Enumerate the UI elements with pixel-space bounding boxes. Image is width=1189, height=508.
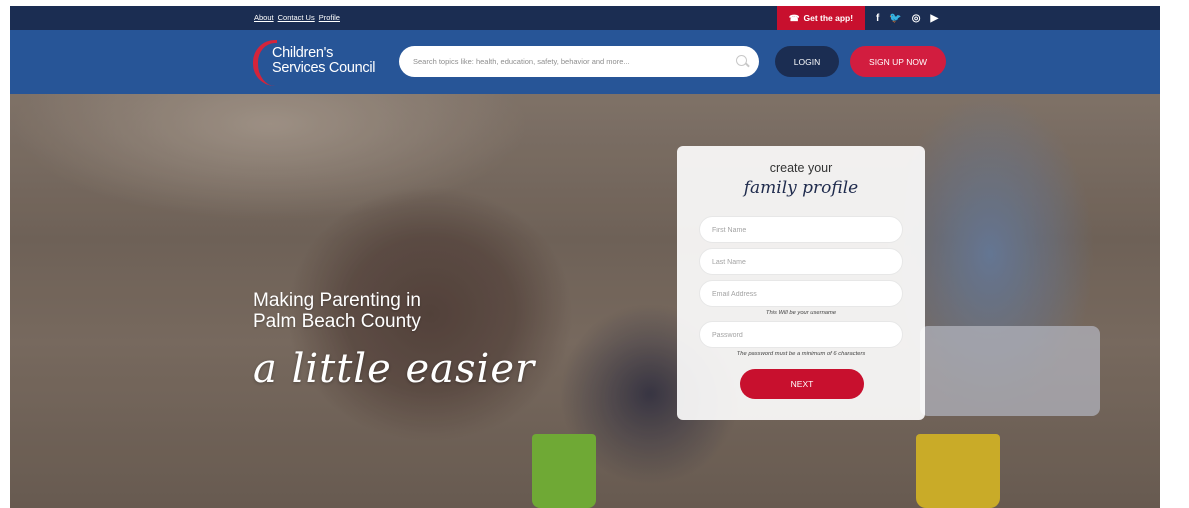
next-button[interactable]: NEXT [740, 369, 864, 399]
form-heading-2: family profile [743, 178, 859, 198]
search-bar [399, 46, 759, 77]
login-button[interactable]: LOGIN [775, 46, 839, 77]
last-name-field-wrap [699, 248, 903, 275]
about-link[interactable]: About [254, 13, 274, 22]
social-links: f 🐦 ◎ ▶ [876, 6, 938, 30]
logo[interactable]: Children's Services Council [253, 40, 393, 86]
email-hint: This Will be your username [765, 310, 837, 316]
top-utility-bar: About Contact Us Profile ☎ Get the app! … [10, 6, 1160, 30]
hero-photo-overlay [10, 94, 1160, 508]
contact-us-link[interactable]: Contact Us [278, 13, 315, 22]
password-field[interactable] [712, 329, 892, 341]
email-field-wrap [699, 280, 903, 307]
tagline-line-1: Making Parenting in [253, 290, 421, 311]
profile-link[interactable]: Profile [319, 13, 340, 22]
logo-line-2: Services Council [272, 60, 376, 76]
last-name-field[interactable] [712, 256, 892, 268]
search-input[interactable] [413, 54, 713, 69]
first-name-field-wrap [699, 216, 903, 243]
top-links: About Contact Us Profile [254, 13, 340, 22]
tagline-line-2: Palm Beach County [253, 311, 421, 332]
password-field-wrap [699, 321, 903, 348]
site-header: Children's Services Council LOGIN SIGN U… [10, 30, 1160, 94]
page-frame: About Contact Us Profile ☎ Get the app! … [10, 6, 1160, 508]
instagram-icon[interactable]: ◎ [912, 13, 921, 24]
hero-tagline: Making Parenting in Palm Beach County [253, 290, 421, 332]
logo-text: Children's Services Council [272, 46, 375, 76]
first-name-field[interactable] [712, 224, 892, 236]
search-icon[interactable] [736, 55, 747, 66]
sign-up-button[interactable]: SIGN UP NOW [850, 46, 946, 77]
facebook-icon[interactable]: f [876, 13, 879, 24]
logo-line-1: Children's [272, 45, 334, 61]
form-heading-1: create your [769, 161, 833, 175]
family-profile-form: create your family profile This Will be … [677, 146, 925, 420]
twitter-icon[interactable]: 🐦 [889, 13, 901, 24]
hero-section: Making Parenting in Palm Beach County a … [10, 94, 1160, 508]
tagline-emphasis: a little easier [253, 346, 536, 392]
get-app-label: Get the app! [803, 13, 854, 23]
phone-icon: ☎ [788, 12, 800, 23]
youtube-icon[interactable]: ▶ [931, 13, 939, 24]
email-field[interactable] [712, 288, 892, 300]
password-hint: The password must be a minimum of 6 char… [736, 351, 866, 357]
get-app-button[interactable]: ☎ Get the app! [777, 6, 865, 30]
